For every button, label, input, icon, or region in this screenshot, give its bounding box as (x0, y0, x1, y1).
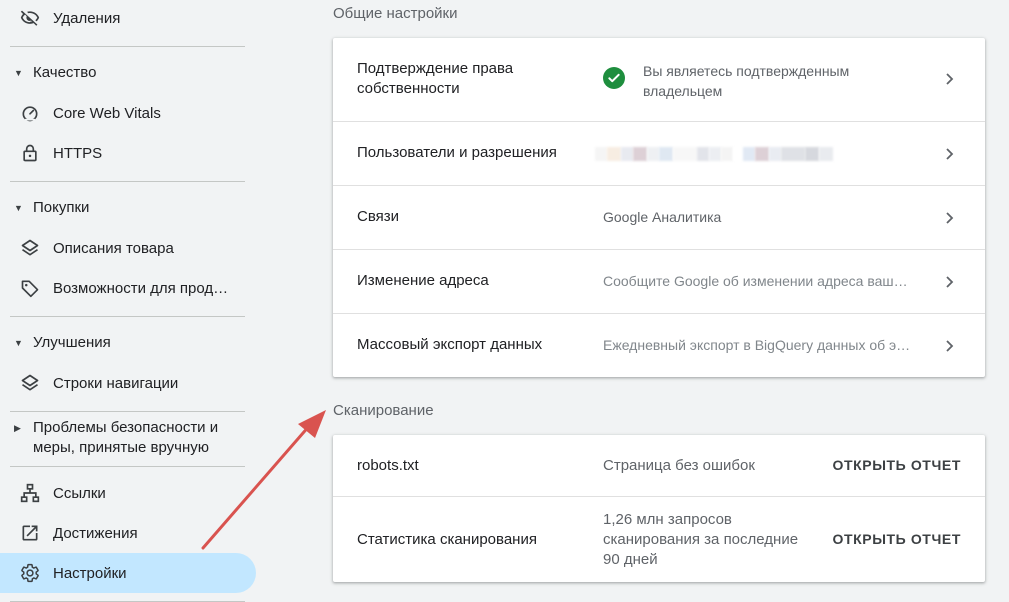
annotation-arrow (201, 410, 326, 550)
